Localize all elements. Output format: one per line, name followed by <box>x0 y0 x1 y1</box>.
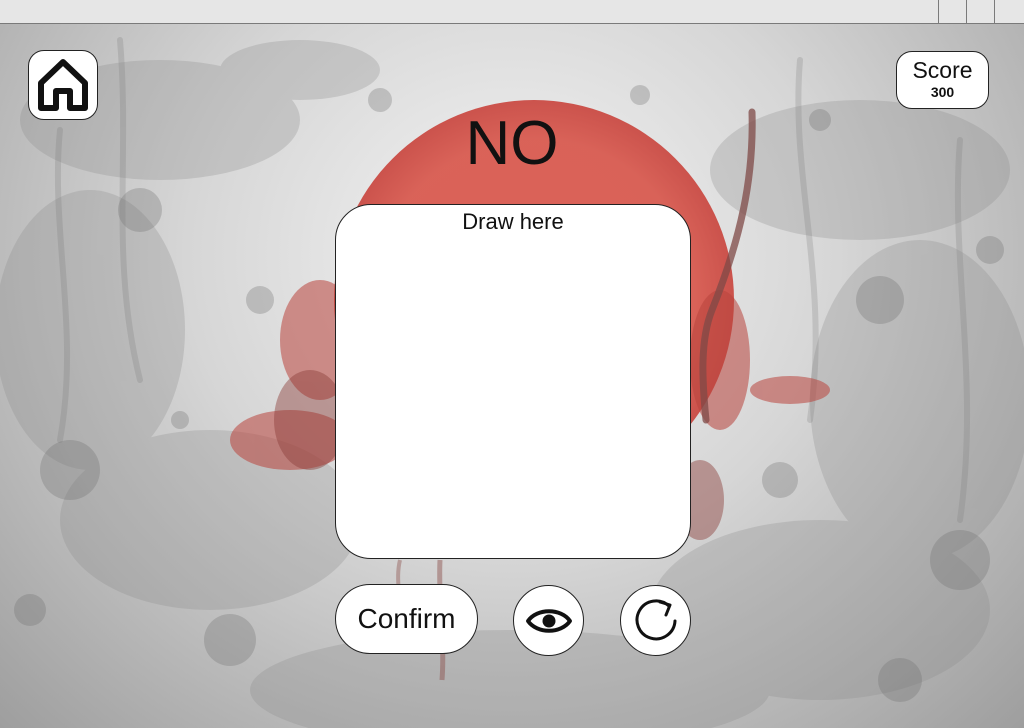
window-title-bar <box>0 0 1024 24</box>
preview-button[interactable] <box>513 585 584 656</box>
home-icon <box>38 59 88 111</box>
window-control-button[interactable] <box>994 0 1024 23</box>
game-screen: Score 300 NO Draw here Confirm <box>0 0 1024 728</box>
score-display: Score 300 <box>896 51 989 109</box>
drawing-canvas[interactable]: Draw here <box>335 204 691 559</box>
canvas-label: Draw here <box>462 209 564 234</box>
score-label: Score <box>912 57 973 83</box>
refresh-icon <box>635 598 676 640</box>
confirm-button[interactable]: Confirm <box>335 584 478 654</box>
window-control-button[interactable] <box>938 0 966 23</box>
eye-icon <box>525 608 572 633</box>
prompt-word: NO <box>465 109 559 178</box>
reset-button[interactable] <box>620 585 691 656</box>
score-value: 300 <box>930 84 955 100</box>
window-control-button[interactable] <box>966 0 994 23</box>
home-button[interactable] <box>28 50 98 120</box>
